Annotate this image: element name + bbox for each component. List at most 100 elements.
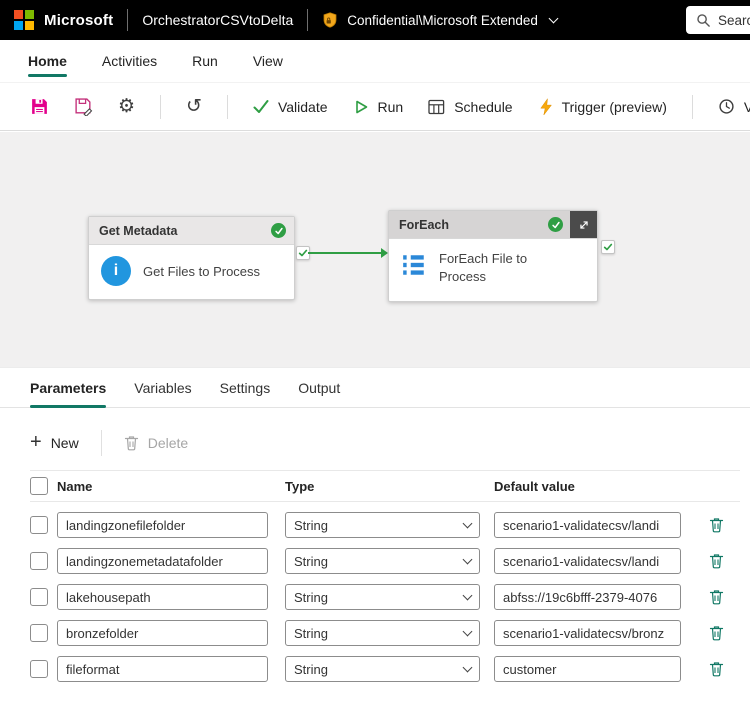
parameter-type-select[interactable]: String xyxy=(285,656,480,682)
sensitivity-label: Confidential\Microsoft Extended xyxy=(347,12,538,28)
brand-name: Microsoft xyxy=(44,11,114,29)
tab-home[interactable]: Home xyxy=(28,40,67,82)
schedule-button[interactable]: Schedule xyxy=(428,99,513,115)
chevron-down-icon xyxy=(548,13,559,23)
microsoft-logo[interactable] xyxy=(14,10,34,30)
trigger-button[interactable]: Trigger (preview) xyxy=(538,97,667,116)
new-label: New xyxy=(50,435,79,451)
column-header-name: Name xyxy=(57,478,93,494)
row-checkbox[interactable] xyxy=(30,552,48,570)
parameter-default-input[interactable] xyxy=(494,512,681,538)
table-row: String xyxy=(30,620,740,646)
run-label: Run xyxy=(377,98,404,115)
parameter-default-input[interactable] xyxy=(494,548,681,574)
search-text: Search xyxy=(718,12,750,28)
view-run-history-button[interactable]: View xyxy=(718,98,750,115)
parameter-type-select[interactable]: String xyxy=(285,548,480,574)
parameter-default-input[interactable] xyxy=(494,656,681,682)
activity-body: ForEach File to Process xyxy=(389,239,597,296)
parameter-default-input[interactable] xyxy=(494,620,681,646)
delete-row-button[interactable] xyxy=(709,661,724,677)
row-checkbox[interactable] xyxy=(30,624,48,642)
tab-home-label: Home xyxy=(28,53,67,69)
chevron-down-icon xyxy=(462,590,473,600)
save-as-button[interactable] xyxy=(74,97,93,116)
parameter-name-input[interactable] xyxy=(57,548,268,574)
activity-get-metadata[interactable]: Get Metadata i Get Files to Process xyxy=(88,216,295,300)
row-checkbox[interactable] xyxy=(30,660,48,678)
expand-foreach-button[interactable] xyxy=(570,211,597,238)
parameter-type-select[interactable]: String xyxy=(285,584,480,610)
expand-icon xyxy=(579,220,588,229)
table-row: String xyxy=(30,656,740,682)
validation-checkbox[interactable] xyxy=(601,240,615,254)
validate-label: Validate xyxy=(277,98,328,115)
tab-view[interactable]: View xyxy=(253,40,283,82)
trash-icon xyxy=(124,436,138,451)
parameter-type-select[interactable]: String xyxy=(285,512,480,538)
sensitivity-label-button[interactable]: Confidential\Microsoft Extended xyxy=(322,12,559,28)
panel-tabs: Parameters Variables Settings Output xyxy=(0,368,750,408)
run-button[interactable]: Run xyxy=(353,98,404,115)
delete-row-button[interactable] xyxy=(709,625,724,641)
tab-variables-label: Variables xyxy=(134,379,192,396)
plus-icon: + xyxy=(30,431,42,453)
type-value: String xyxy=(294,553,328,569)
delete-row-button[interactable] xyxy=(709,517,724,533)
success-badge xyxy=(548,217,563,232)
column-header-type: Type xyxy=(285,478,315,494)
parameter-name-input[interactable] xyxy=(57,584,268,610)
properties-panel: Parameters Variables Settings Output + N… xyxy=(0,367,750,706)
tab-activities[interactable]: Activities xyxy=(102,40,157,82)
undo-button[interactable]: ↺ xyxy=(186,97,202,116)
activity-name: Get Files to Process xyxy=(143,263,261,279)
delete-parameter-button[interactable]: Delete xyxy=(124,435,188,451)
ribbon-menu: Home Activities Run View xyxy=(0,40,750,82)
app-window: Microsoft OrchestratorCSVtoDelta Confide… xyxy=(0,0,750,706)
delete-label: Delete xyxy=(147,435,189,451)
connector-arrow xyxy=(381,248,388,258)
type-value: String xyxy=(294,625,328,641)
parameter-type-select[interactable]: String xyxy=(285,620,480,646)
delete-row-button[interactable] xyxy=(709,553,724,569)
pipeline-canvas[interactable]: Get Metadata i Get Files to Process ForE… xyxy=(0,132,750,367)
type-value: String xyxy=(294,589,328,605)
connector-line xyxy=(308,252,382,254)
view-label: View xyxy=(743,98,750,115)
tab-settings-label: Settings xyxy=(219,379,271,396)
validate-button[interactable]: Validate xyxy=(253,99,328,115)
toolbar-divider xyxy=(691,94,693,119)
select-all-checkbox[interactable] xyxy=(30,477,48,495)
chevron-down-icon xyxy=(462,518,473,528)
new-parameter-button[interactable]: + New xyxy=(30,431,79,453)
parameter-name-input[interactable] xyxy=(57,656,268,682)
activity-foreach[interactable]: ForEach ForEach File to Process xyxy=(388,210,598,302)
row-checkbox[interactable] xyxy=(30,588,48,606)
parameter-name-input[interactable] xyxy=(57,512,268,538)
tab-settings[interactable]: Settings xyxy=(220,368,271,407)
tab-parameters[interactable]: Parameters xyxy=(30,368,107,408)
table-row: String xyxy=(30,512,740,538)
chevron-down-icon xyxy=(462,626,473,636)
search-box[interactable]: Search xyxy=(686,6,750,34)
save-button[interactable] xyxy=(30,97,49,116)
activity-title: ForEach xyxy=(399,217,450,232)
parameter-name-input[interactable] xyxy=(57,620,268,646)
parameter-default-input[interactable] xyxy=(494,584,681,610)
tab-activities-label: Activities xyxy=(101,53,158,69)
toolbar-divider xyxy=(226,94,228,119)
tab-run[interactable]: Run xyxy=(192,40,218,82)
logo-square-green xyxy=(25,10,34,19)
settings-button[interactable]: ⚙ xyxy=(118,97,135,116)
row-checkbox[interactable] xyxy=(30,516,48,534)
search-icon xyxy=(697,13,710,27)
table-header-row: Name Type Default value xyxy=(30,470,740,502)
trash-icon xyxy=(709,590,724,605)
save-icon xyxy=(32,99,47,114)
history-clock-icon xyxy=(719,99,734,114)
tab-variables[interactable]: Variables xyxy=(134,368,191,407)
toolbar-divider xyxy=(160,94,162,119)
foreach-icon xyxy=(401,252,427,283)
tab-output[interactable]: Output xyxy=(298,368,340,407)
delete-row-button[interactable] xyxy=(709,589,724,605)
